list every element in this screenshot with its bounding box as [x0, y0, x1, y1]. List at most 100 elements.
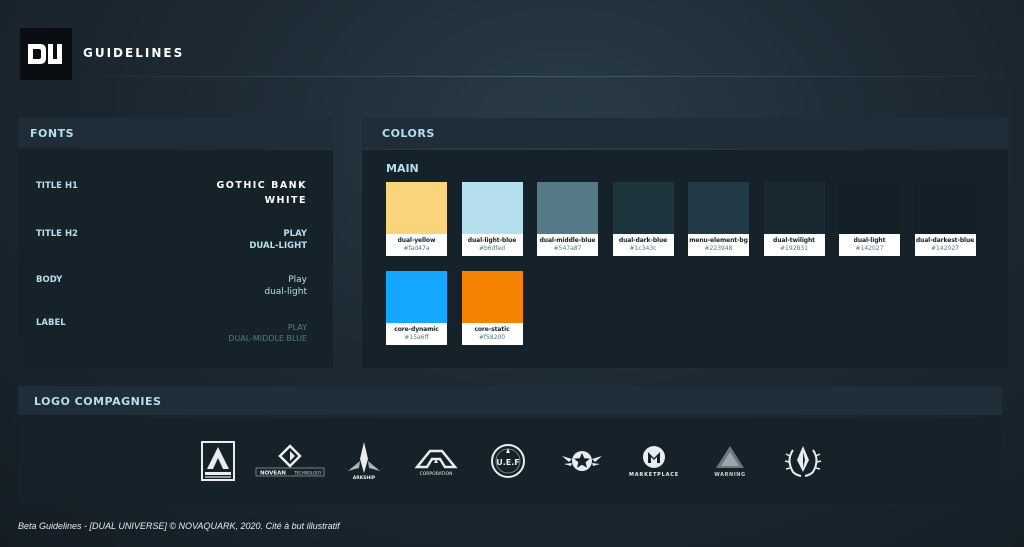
logo-companies-panel: LOGO COMPAGNIES NOVEAN TECHNOLOGY ARKSHI…	[18, 386, 1002, 504]
colors-panel: COLORS MAIN dual-yellow #fad47a dual-light…	[362, 118, 1008, 368]
font-value-line1: Play	[288, 275, 307, 285]
swatch-name: dual-light	[853, 237, 886, 244]
logo-uef[interactable]: U.E.F	[488, 440, 528, 482]
logo-novean-technology[interactable]: NOVEAN TECHNOLOGY	[252, 440, 328, 482]
swatch-label: menu-element-bg #223948	[688, 234, 749, 256]
color-swatch-dual-light[interactable]: dual-light #142027	[839, 182, 900, 256]
fonts-heading: FONTS	[18, 118, 333, 148]
footer-credit: Beta Guidelines - [DUAL UNIVERSE] © NOVA…	[18, 521, 340, 531]
swatch-color-chip	[386, 271, 447, 323]
swatch-label: dual-light-blue #b6dfed	[461, 234, 523, 256]
svg-text:CORPORATION: CORPORATION	[420, 471, 453, 477]
swatch-name: dual-dark-blue	[618, 237, 668, 244]
logo-companies-body: NOVEAN TECHNOLOGY ARKSHIP CORPORATION U.…	[18, 418, 1002, 504]
swatch-color-chip	[386, 182, 447, 234]
swatch-label: dual-middle-blue #547a87	[537, 234, 598, 256]
font-key: LABEL	[36, 318, 66, 328]
swatch-name: dual-darkest-blue	[915, 237, 975, 244]
logo-companies-heading: LOGO COMPAGNIES	[18, 386, 1002, 415]
swatch-name: core-dynamic	[394, 326, 439, 333]
logo-laurel-wreath[interactable]	[782, 440, 824, 482]
swatch-color-chip	[839, 182, 900, 234]
swatch-name: core-static	[474, 326, 510, 333]
font-value: GOTHIC BANK WHITE	[216, 178, 307, 208]
color-swatch-core-static[interactable]: core-static #f58200	[461, 271, 523, 345]
swatch-color-chip	[763, 182, 825, 234]
swatch-color-chip	[688, 182, 749, 234]
swatch-label: dual-dark-blue #1c343c	[612, 234, 674, 256]
color-swatch-dual-darkest-blue[interactable]: dual-darkest-blue #142027	[914, 182, 976, 256]
colors-main-subtitle: MAIN	[386, 162, 419, 175]
swatch-label: core-dynamic #15a6ff	[386, 323, 447, 345]
font-value-line1: PLAY	[283, 229, 307, 239]
uef-icon: U.E.F	[491, 444, 525, 478]
swatch-label: dual-darkest-blue #142027	[914, 234, 976, 256]
arkship-space-force-icon	[201, 441, 235, 481]
svg-text:U.E.F: U.E.F	[496, 458, 520, 467]
novean-technology-icon: NOVEAN TECHNOLOGY	[255, 444, 325, 477]
swatch-color-chip	[612, 182, 674, 234]
color-swatch-dual-twilight[interactable]: dual-twilight #192831	[763, 182, 825, 256]
svg-text:NOVEAN: NOVEAN	[260, 471, 286, 477]
svg-text:WARNING: WARNING	[714, 472, 746, 478]
logo-warning[interactable]: WARNING	[708, 440, 752, 482]
swatch-color-chip	[537, 182, 598, 234]
logo-marketplace[interactable]: MARKETPLACE	[622, 440, 686, 482]
svg-text:ARKSHIP: ARKSHIP	[353, 475, 376, 481]
font-value-line1: GOTHIC BANK	[216, 180, 307, 191]
swatch-hex: #b6dfed	[478, 245, 506, 252]
swatch-name: dual-yellow	[397, 237, 436, 244]
color-swatch-dual-yellow[interactable]: dual-yellow #fad47a	[386, 182, 447, 256]
swatch-hex: #15a6ff	[404, 334, 429, 341]
laurel-wreath-icon	[784, 446, 822, 477]
page-title: GUIDELINES	[83, 46, 185, 60]
header-divider	[83, 76, 1004, 77]
swatch-color-chip	[461, 271, 523, 323]
warning-icon: WARNING	[714, 446, 746, 478]
marketplace-icon: MARKETPLACE	[629, 446, 678, 478]
du-logo[interactable]	[20, 28, 72, 80]
font-value-line2: DUAL-MIDDLE BLUE	[228, 334, 307, 343]
font-value-line2: WHITE	[264, 195, 307, 206]
corporation-icon: CORPORATION	[414, 449, 458, 477]
page-header: GUIDELINES	[20, 28, 1004, 80]
swatch-name: menu-element-bg	[689, 237, 748, 244]
colors-body: MAIN dual-yellow #fad47a dual-light-blue #b…	[362, 150, 1008, 368]
color-swatch-menu-element-bg[interactable]: menu-element-bg #223948	[688, 182, 749, 256]
font-value: Play dual-light	[264, 274, 307, 298]
swatch-label: dual-twilight #192831	[763, 234, 825, 256]
svg-text:TECHNOLOGY: TECHNOLOGY	[293, 471, 322, 476]
swatch-hex: #547a87	[553, 245, 582, 252]
color-swatch-dual-dark-blue[interactable]: dual-dark-blue #1c343c	[612, 182, 674, 256]
swatch-hex: #142027	[931, 245, 959, 252]
swatch-name: dual-middle-blue	[539, 237, 596, 244]
swatch-hex: #1c343c	[629, 245, 657, 252]
font-value-line2: DUAL-LIGHT	[249, 241, 307, 251]
logo-corporation[interactable]: CORPORATION	[411, 440, 461, 482]
swatch-label: dual-light #142027	[839, 234, 900, 256]
logo-arkship-emblem[interactable]: ARKSHIP	[344, 440, 384, 482]
font-key: TITLE H1	[36, 181, 78, 191]
colors-heading: COLORS	[362, 118, 1008, 148]
swatch-name: dual-light-blue	[467, 237, 517, 244]
swatch-label: core-static #f58200	[461, 323, 523, 345]
color-swatch-dual-light-blue[interactable]: dual-light-blue #b6dfed	[461, 182, 523, 256]
swatch-hex: #142027	[855, 245, 884, 252]
star-wings-icon	[562, 451, 602, 471]
swatch-color-chip	[914, 182, 976, 234]
logo-arkship-space-force[interactable]	[199, 440, 237, 482]
font-value-line1: PLAY	[287, 323, 307, 332]
du-logo-icon	[28, 44, 62, 64]
logo-star-wings[interactable]	[559, 440, 605, 482]
arkship-emblem-icon: ARKSHIP	[348, 442, 380, 481]
font-key: BODY	[36, 275, 63, 285]
swatch-hex: #fad47a	[403, 245, 430, 252]
swatch-hex: #192831	[780, 245, 808, 252]
color-swatch-core-dynamic[interactable]: core-dynamic #15a6ff	[386, 271, 447, 345]
swatch-name: dual-twilight	[773, 237, 815, 244]
font-value: PLAY DUAL-LIGHT	[249, 228, 307, 252]
color-swatch-dual-middle-blue[interactable]: dual-middle-blue #547a87	[537, 182, 598, 256]
swatch-hex: #f58200	[478, 334, 506, 341]
font-key: TITLE H2	[36, 229, 78, 239]
swatch-label: dual-yellow #fad47a	[386, 234, 447, 256]
